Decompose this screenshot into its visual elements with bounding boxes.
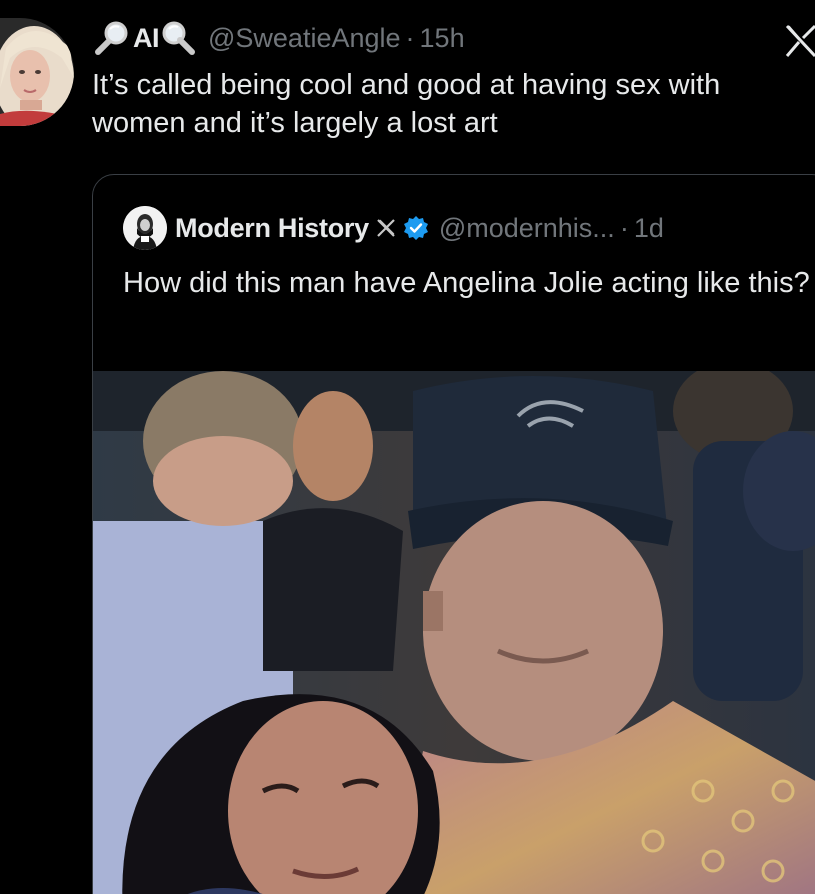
quoted-tweet-text: How did this man have Angelina Jolie act… <box>123 267 810 299</box>
verified-badge-icon <box>403 215 429 241</box>
screenshot-page: AI @SweatieAngle · 15h It’s called being… <box>0 0 815 894</box>
user-avatar[interactable] <box>0 18 74 126</box>
quoted-tweet-photo[interactable] <box>93 371 815 894</box>
quoted-tweet-card[interactable]: Modern History @modernhis... · 1d How di… <box>92 174 815 894</box>
magnifying-glass-tilted-right-icon <box>160 20 200 56</box>
x-logo-icon[interactable] <box>785 22 815 58</box>
magnifying-glass-tilted-left-icon <box>92 20 132 56</box>
quoted-display-name[interactable]: Modern History <box>175 213 369 244</box>
quoted-separator-dot: · <box>619 212 629 243</box>
user-handle[interactable]: @SweatieAngle <box>208 23 401 54</box>
quoted-user-handle[interactable]: @modernhis... <box>439 213 615 244</box>
tweet-timestamp[interactable]: 15h <box>420 23 465 54</box>
quoted-tweet-header: Modern History @modernhis... · 1d <box>123 205 664 251</box>
tweet-header: AI @SweatieAngle · 15h <box>92 18 465 58</box>
tweet-text: It’s called being cool and good at havin… <box>92 69 721 139</box>
x-brand-icon <box>375 217 397 239</box>
quoted-avatar[interactable] <box>123 206 167 250</box>
display-name[interactable]: AI <box>133 23 160 54</box>
quoted-timestamp[interactable]: 1d <box>634 213 664 244</box>
separator-dot: · <box>405 22 415 53</box>
